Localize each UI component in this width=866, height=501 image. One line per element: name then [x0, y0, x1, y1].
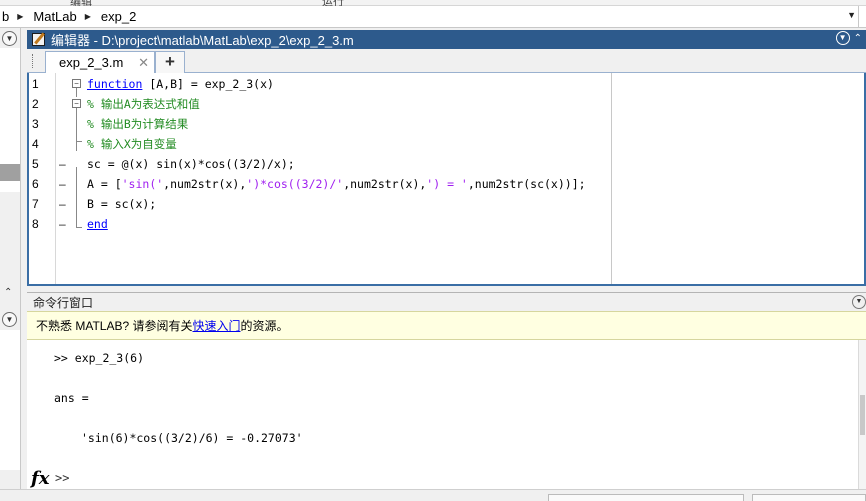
code-line[interactable]: 6– A = ['sin(',num2str(x),')*cos((3/2)/',… — [29, 174, 609, 194]
code-line[interactable]: 1 − function [A,B] = exp_2_3(x) — [29, 74, 609, 94]
fold-toggle-icon[interactable]: − — [72, 99, 81, 108]
code-text: sc = @(x) sin(x)*cos((3/2)/x); — [87, 154, 295, 174]
fold-toggle-icon[interactable]: − — [72, 79, 81, 88]
address-bar-edge — [858, 6, 866, 28]
code-text: % 输出B为计算结果 — [87, 114, 188, 134]
scrollbar-thumb[interactable] — [860, 395, 865, 435]
line-number[interactable]: 1 — [32, 74, 52, 94]
panel-actions-icon[interactable]: ▼ — [2, 31, 17, 46]
right-margin-line — [611, 73, 612, 284]
workspace-panel[interactable] — [0, 330, 20, 470]
address-segment-exp2[interactable]: exp_2 — [99, 9, 138, 24]
comment-token: % 输入X为自变量 — [87, 137, 177, 151]
comment-token: % 输出B为计算结果 — [87, 117, 189, 131]
command-window-title: 命令行窗口 — [33, 295, 94, 310]
getting-started-link[interactable]: 快速入门 — [192, 317, 240, 334]
keyword-token: end — [87, 217, 108, 231]
address-segment-matlab[interactable]: MatLab — [31, 9, 78, 24]
tab-grip-icon[interactable] — [32, 54, 34, 68]
address-dropdown-icon[interactable]: ▼ — [847, 10, 856, 20]
line-number[interactable]: 7 — [32, 194, 52, 214]
breakpoint-marker[interactable]: – — [59, 214, 69, 234]
breakpoint-marker[interactable]: – — [59, 194, 69, 214]
command-prompt[interactable]: >> — [55, 471, 69, 485]
chevron-up-icon[interactable]: ⌃ — [4, 287, 12, 298]
string-token: ')*cos((3/2)/' — [246, 177, 344, 191]
left-panel-strip: ▼ ⌃ ▼ — [0, 28, 21, 501]
editor-scroll-icon[interactable]: ⌃ — [854, 33, 862, 44]
tab-exp-2-3[interactable]: exp_2_3.m ✕ — [45, 51, 155, 73]
code-token: ,num2str(x), — [163, 177, 247, 191]
notice-suffix: 的资源。 — [240, 319, 289, 333]
ans-value: 'sin(6)*cos((3/2)/6) = -0.27073' — [81, 431, 303, 445]
editor-actions-icon[interactable]: ▼ — [835, 31, 850, 45]
command-window-output[interactable]: >> exp_2_3(6) ans = 'sin(6)*cos((3/2)/6)… — [27, 340, 866, 489]
code-text: % 输入X为自变量 — [87, 134, 177, 154]
code-token: sc = @(x) sin(x)*cos((3/2)/x); — [87, 157, 295, 171]
breakpoint-marker[interactable]: – — [59, 154, 69, 174]
chevron-right-icon[interactable]: ▶ — [17, 12, 23, 21]
string-token: 'sin(' — [121, 177, 164, 191]
status-bar — [0, 489, 866, 501]
code-line[interactable]: 3 % 输出B为计算结果 — [29, 114, 609, 134]
code-text: function [A,B] = exp_2_3(x) — [87, 74, 274, 94]
line-number[interactable]: 5 — [32, 154, 52, 174]
getting-started-notice: 不熟悉 MATLAB? 请参阅有关 快速入门 的资源。 — [27, 311, 866, 340]
notice-prefix: 不熟悉 MATLAB? 请参阅有关 — [36, 319, 193, 333]
new-tab-button[interactable]: + — [155, 51, 185, 73]
editor-title-text: 编辑器 - D:\project\matlab\MatLab\exp_2\exp… — [51, 33, 354, 48]
string-token: ') = ' — [426, 177, 468, 191]
code-token: A = [ — [87, 177, 122, 191]
line-number[interactable]: 8 — [32, 214, 52, 234]
code-editor[interactable]: 1 − function [A,B] = exp_2_3(x) 2 −% 输出A为表达式… — [27, 73, 866, 286]
status-field — [752, 494, 866, 501]
code-text: B = sc(x); — [87, 194, 156, 214]
current-folder-address-bar[interactable]: b ▶ MatLab ▶ exp_2 ▼ — [0, 6, 866, 28]
code-token: [A,B] = exp_2_3(x) — [142, 77, 274, 91]
address-segment-root[interactable]: b — [0, 9, 11, 24]
comment-token: % 输出A为表达式和值 — [87, 97, 200, 111]
code-token: ,num2str(x), — [343, 177, 427, 191]
code-line[interactable]: 2 −% 输出A为表达式和值 — [29, 94, 609, 114]
command-window-title-bar: 命令行窗口 ▼ — [27, 292, 866, 311]
line-number[interactable]: 6 — [32, 174, 52, 194]
line-number[interactable]: 2 — [32, 94, 52, 114]
code-token: ,num2str(sc(x))]; — [467, 177, 586, 191]
status-field — [548, 494, 744, 501]
workspace-actions-icon[interactable]: ▼ — [2, 312, 17, 327]
code-line[interactable]: 5– sc = @(x) sin(x)*cos((3/2)/x); — [29, 154, 609, 174]
ans-label: ans = — [54, 391, 89, 405]
keyword-token: function — [87, 77, 143, 91]
code-text: % 输出A为表达式和值 — [87, 94, 200, 114]
selected-file-highlight[interactable] — [0, 164, 20, 181]
code-text: end — [87, 214, 108, 234]
command-history-line: >> exp_2_3(6) — [54, 351, 145, 365]
editor-tab-bar: exp_2_3.m ✕ + — [27, 49, 866, 73]
code-line[interactable]: 8– end — [29, 214, 609, 234]
line-number[interactable]: 4 — [32, 134, 52, 154]
tab-label: exp_2_3.m — [59, 55, 124, 70]
command-window-scrollbar[interactable] — [858, 340, 866, 489]
editor-pencil-icon — [32, 33, 45, 46]
command-window-actions-icon[interactable]: ▼ — [852, 295, 866, 309]
code-line[interactable]: 7– B = sc(x); — [29, 194, 609, 214]
editor-title-bar: 编辑器 - D:\project\matlab\MatLab\exp_2\exp… — [27, 30, 866, 49]
function-browser-icon[interactable]: fx — [31, 468, 49, 489]
code-text: A = ['sin(',num2str(x),')*cos((3/2)/',nu… — [87, 174, 586, 194]
close-icon[interactable]: ✕ — [138, 55, 149, 71]
code-token: B = sc(x); — [87, 197, 157, 211]
breakpoint-marker[interactable]: – — [59, 174, 69, 194]
line-number[interactable]: 3 — [32, 114, 52, 134]
chevron-right-icon[interactable]: ▶ — [85, 12, 91, 21]
code-line[interactable]: 4 % 输入X为自变量 — [29, 134, 609, 154]
